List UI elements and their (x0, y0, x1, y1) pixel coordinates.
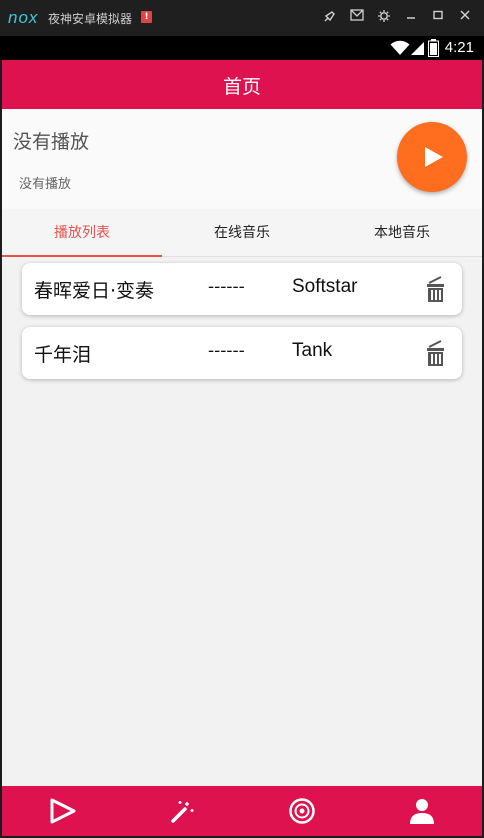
radio-disc-icon (289, 798, 315, 824)
tab-indicator (2, 255, 162, 257)
minimize-icon[interactable] (403, 9, 419, 25)
emulator-titlebar: nox 夜神安卓模拟器 ! (0, 0, 484, 36)
pin-icon[interactable] (322, 9, 338, 25)
page-title: 首页 (222, 76, 261, 98)
song-title: 千年泪 (34, 344, 92, 366)
now-playing-panel: 没有播放 没有播放 (2, 109, 482, 209)
song-item[interactable]: 千年泪 ------ Tank (22, 327, 462, 379)
tab-online-music[interactable]: 在线音乐 (162, 209, 322, 257)
nox-logo: nox (8, 8, 39, 27)
profile-icon (410, 799, 434, 824)
app-bar: 首页 (2, 60, 482, 109)
android-status-bar: 4:21 (0, 36, 484, 60)
trash-icon[interactable] (424, 275, 448, 303)
tab-playlist[interactable]: 播放列表 (2, 209, 162, 257)
signal-icon (411, 40, 425, 60)
nav-radio[interactable] (242, 786, 362, 836)
status-time: 4:21 (444, 39, 474, 56)
now-playing-title: 没有播放 (13, 131, 90, 153)
nav-discover[interactable] (122, 786, 242, 836)
magic-wand-icon (171, 801, 194, 823)
tab-bar: 播放列表 在线音乐 本地音乐 (2, 209, 482, 257)
wifi-icon (390, 40, 410, 60)
song-title: 春晖爱日·变奏 (34, 280, 155, 302)
song-separator: ------ (208, 341, 245, 361)
trash-icon[interactable] (424, 339, 448, 367)
nav-profile[interactable] (362, 786, 482, 836)
app-screen: 首页 没有播放 没有播放 播放列表 在线音乐 本地音乐 春晖爱日·变奏 ----… (2, 60, 482, 836)
tab-local-music[interactable]: 本地音乐 (322, 209, 482, 257)
now-playing-subtitle: 没有播放 (19, 177, 72, 192)
nav-player[interactable] (2, 786, 122, 836)
settings-icon[interactable] (376, 9, 392, 25)
play-nav-icon (50, 798, 76, 824)
maximize-icon[interactable] (430, 9, 446, 25)
song-separator: ------ (208, 277, 245, 297)
song-item[interactable]: 春晖爱日·变奏 ------ Softstar (22, 263, 462, 315)
warning-badge[interactable]: ! (141, 11, 152, 23)
close-icon[interactable] (457, 9, 473, 25)
play-button[interactable] (397, 122, 467, 192)
song-artist: Softstar (292, 276, 358, 297)
emulator-app-name: 夜神安卓模拟器 (48, 12, 133, 26)
mail-icon[interactable] (349, 9, 365, 25)
song-artist: Tank (292, 340, 333, 361)
play-icon (425, 147, 443, 167)
bottom-nav (2, 786, 482, 836)
battery-icon (428, 39, 439, 61)
